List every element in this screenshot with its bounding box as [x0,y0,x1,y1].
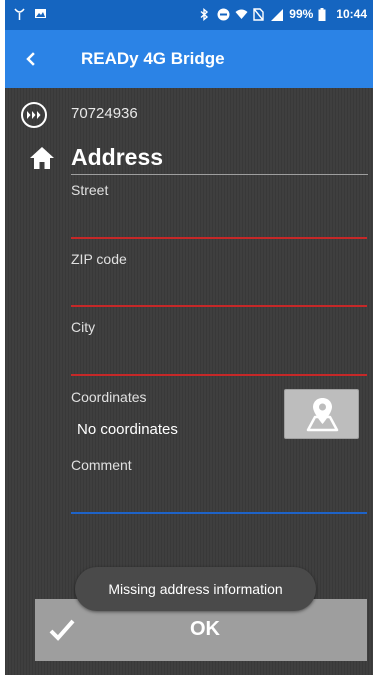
wifi-icon [235,8,248,21]
map-location-button[interactable] [284,389,359,439]
coordinates-value: No coordinates [77,421,178,438]
battery-icon [318,7,331,21]
address-section-header: Address [5,140,373,176]
app-title: READy 4G Bridge [81,49,225,68]
map-pin-icon [306,398,339,432]
toast-message: Missing address information [75,567,316,611]
signal-antenna-icon [13,7,26,20]
city-label: City [71,319,96,335]
clock: 10:44 [336,7,367,21]
battery-percent: 99% [289,7,314,21]
home-icon [29,146,55,170]
bluetooth-icon [199,7,212,21]
coordinates-label: Coordinates [71,389,147,405]
forward-dots-circle-icon [20,101,48,129]
do-not-disturb-icon [217,8,230,21]
back-button[interactable] [19,47,43,71]
cell-signal-icon [271,8,284,21]
gallery-icon [34,7,47,20]
app-bar: READy 4G Bridge [5,30,373,88]
street-label: Street [71,182,109,198]
chevron-left-icon [26,52,35,66]
comment-label: Comment [71,457,132,473]
no-sim-icon [253,7,266,21]
street-input[interactable] [71,211,367,239]
section-title: Address [71,144,164,170]
comment-input[interactable] [71,486,367,514]
zip-code-input[interactable] [71,279,367,307]
app-screen: 99% 10:44 READy 4G Bridge 70724936 Addre… [5,0,373,675]
device-id: 70724936 [71,105,138,122]
zip-code-label: ZIP code [71,251,127,267]
ok-button-label: OK [190,618,220,640]
device-id-row: 70724936 [5,97,373,129]
section-divider [71,174,368,175]
status-bar: 99% 10:44 [5,0,373,30]
city-input[interactable] [71,348,367,376]
